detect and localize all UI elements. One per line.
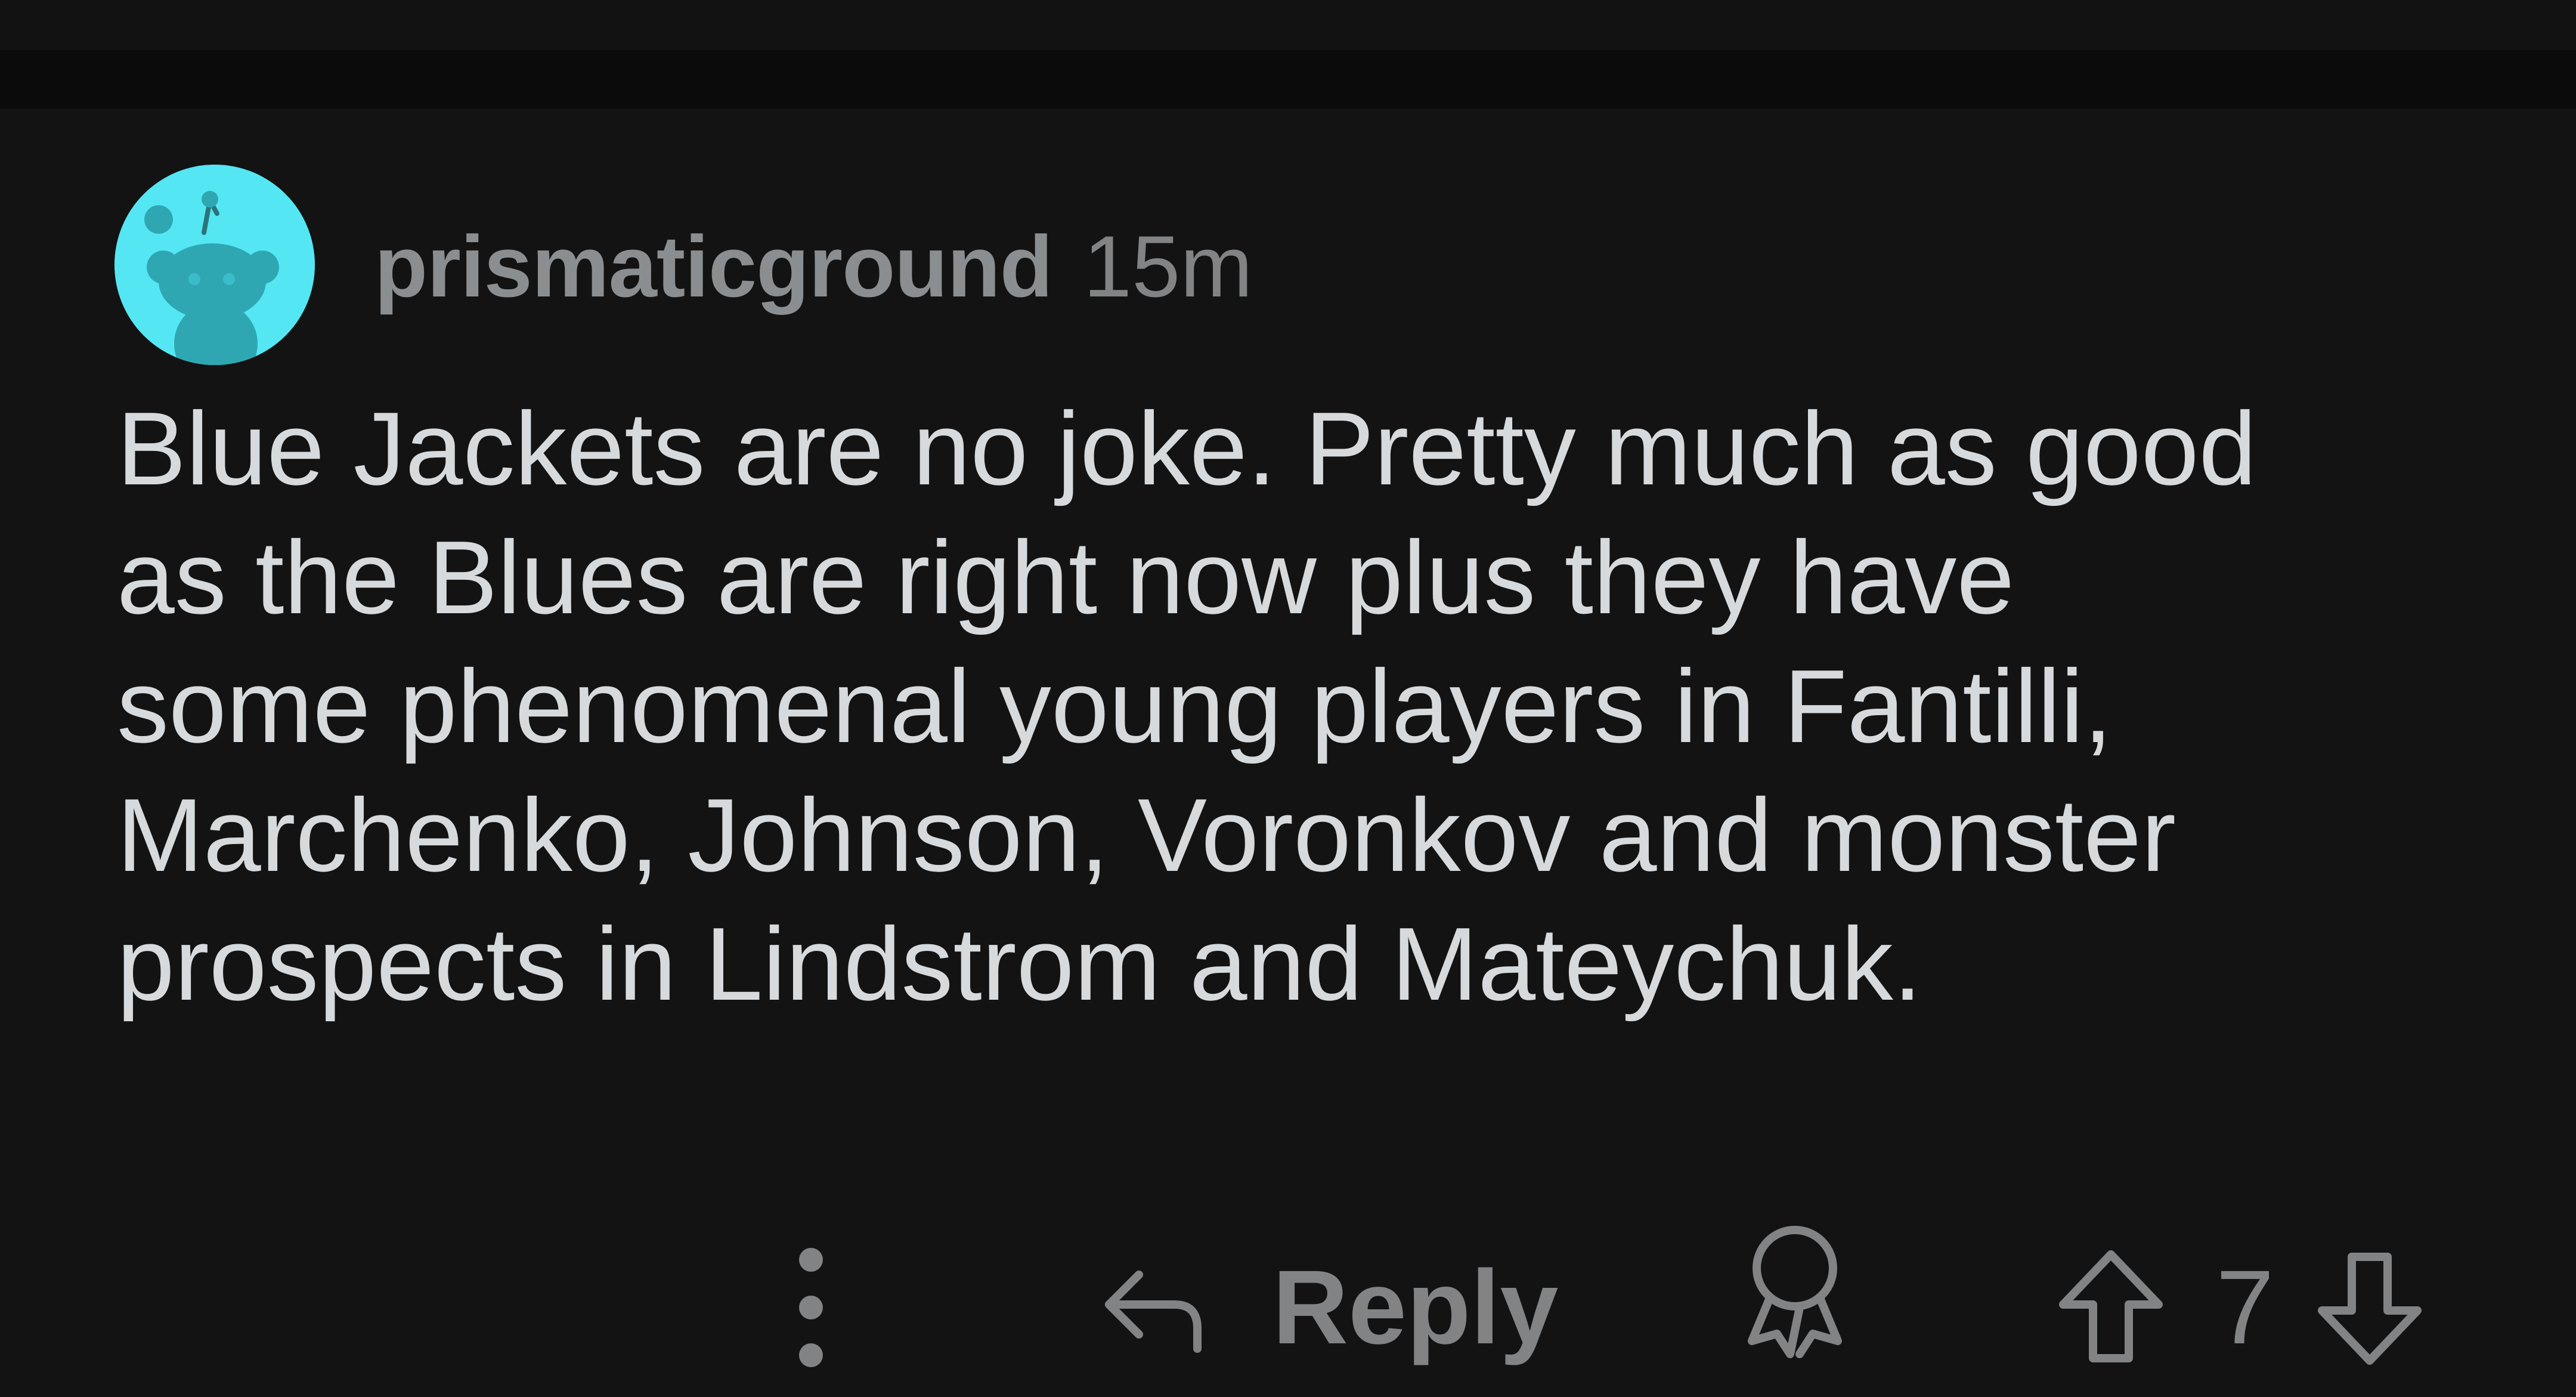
comment-body: Blue Jackets are no joke. Pretty much as… bbox=[117, 390, 2257, 1022]
reply-button[interactable]: Reply bbox=[1097, 1218, 1558, 1397]
comment-card: prismaticground 15m Blue Jackets are no … bbox=[0, 109, 2576, 1367]
reply-arrow-icon bbox=[1097, 1251, 1210, 1364]
avatar[interactable] bbox=[114, 165, 315, 365]
section-divider bbox=[0, 50, 2576, 109]
more-vertical-icon[interactable] bbox=[775, 1230, 847, 1385]
reply-label: Reply bbox=[1272, 1249, 1559, 1366]
snoo-avatar-icon bbox=[114, 165, 315, 365]
vote-count: 7 bbox=[2216, 1249, 2274, 1366]
username[interactable]: prismaticground bbox=[374, 217, 1053, 317]
downvote-arrow-icon[interactable] bbox=[2310, 1245, 2429, 1370]
timestamp: 15m bbox=[1083, 218, 1253, 315]
award-icon[interactable] bbox=[1735, 1218, 1854, 1361]
top-bar bbox=[0, 0, 2576, 50]
comment-meta: prismaticground 15m bbox=[374, 216, 1253, 317]
comment-actions: Reply 7 bbox=[0, 1087, 2576, 1367]
vote-controls: 7 bbox=[2051, 1218, 2429, 1397]
upvote-arrow-icon[interactable] bbox=[2051, 1245, 2171, 1370]
